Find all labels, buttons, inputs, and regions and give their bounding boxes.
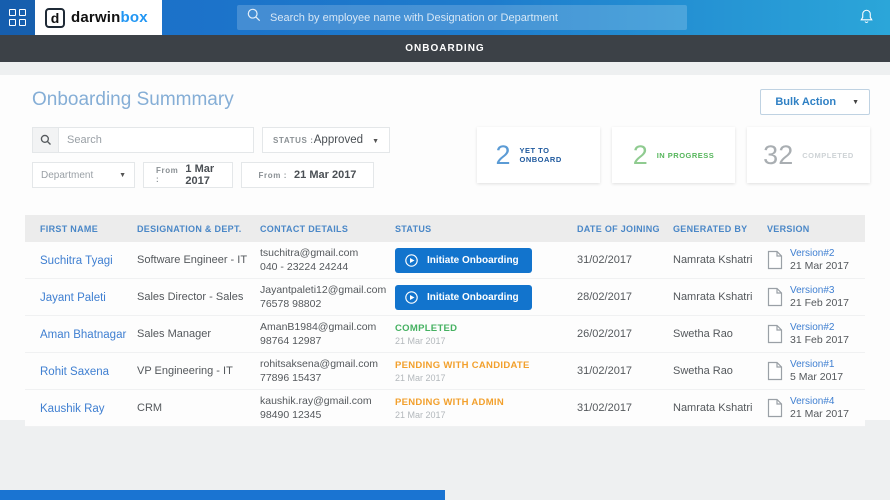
employee-name-link[interactable]: Suchitra Tyagi [40, 255, 113, 267]
col-version: VERSION [767, 223, 810, 234]
chevron-down-icon: ▼ [119, 171, 126, 179]
employee-name-link[interactable]: Jayant Paleti [40, 292, 106, 304]
date-to-field[interactable]: From : 21 Mar 2017 [241, 162, 374, 188]
version-date: 21 Mar 2017 [790, 408, 849, 420]
date-of-joining: 28/02/2017 [577, 291, 633, 303]
designation-text: VP Engineering - IT [137, 365, 233, 377]
main-panel: Onboarding Summmary Bulk Action ▼ STATUS… [0, 75, 890, 427]
date-of-joining: 31/02/2017 [577, 402, 633, 414]
play-circle-icon [405, 290, 418, 304]
table-row: Aman Bhatnagar Sales Manager AmanB1984@g… [25, 316, 865, 353]
play-circle-icon [405, 253, 418, 267]
stat-yet-to-onboard[interactable]: 2 YET TO ONBOARD [477, 127, 600, 183]
table-body: Suchitra Tyagi Software Engineer - IT ts… [25, 242, 865, 427]
bulk-action-button[interactable]: Bulk Action ▼ [760, 89, 870, 115]
col-first-name: FIRST NAME [40, 223, 98, 234]
top-navbar: d darwinbox [0, 0, 890, 35]
document-icon [767, 287, 783, 307]
col-generated-by: GENERATED BY [673, 223, 748, 234]
status-text: PENDING WITH CANDIDATE 21 Mar 2017 [395, 359, 530, 383]
bottom-accent-strip [0, 490, 445, 500]
department-filter-dropdown[interactable]: Department ▼ [32, 162, 135, 188]
col-status: STATUS [395, 223, 432, 234]
brand-d-icon: d [45, 7, 65, 28]
contact-details: kaushik.ray@gmail.com 98490 12345 [260, 394, 372, 421]
version-link[interactable]: Version#4 [790, 396, 849, 407]
designation-text: CRM [137, 402, 163, 414]
contact-details: rohitsaksena@gmail.com 77896 15437 [260, 357, 379, 384]
designation-text: Software Engineer - IT [137, 254, 248, 266]
document-icon [767, 398, 783, 418]
table-row: Jayant Paleti Sales Director - Sales Jay… [25, 279, 865, 316]
version-link[interactable]: Version#3 [790, 285, 849, 296]
table-row: Kaushik Ray CRM kaushik.ray@gmail.com 98… [25, 390, 865, 427]
generated-by: Namrata Kshatri [673, 291, 753, 303]
version-link[interactable]: Version#2 [790, 248, 849, 259]
bell-icon [860, 9, 873, 24]
notifications-button[interactable] [859, 8, 874, 30]
designation-text: Sales Director - Sales [137, 291, 244, 303]
version-date: 5 Mar 2017 [790, 371, 844, 383]
brand-wordmark: darwinbox [71, 9, 148, 26]
version-date: 21 Mar 2017 [790, 260, 849, 272]
date-of-joining: 26/02/2017 [577, 328, 633, 340]
date-from-field[interactable]: From : 1 Mar 2017 [143, 162, 233, 188]
designation-text: Sales Manager [137, 328, 211, 340]
status-text: PENDING WITH ADMIN 21 Mar 2017 [395, 396, 505, 420]
apps-grid-button[interactable] [0, 0, 35, 35]
onboarding-table: FIRST NAME DESIGNATION & DEPT. CONTACT D… [25, 215, 865, 427]
apps-grid-icon [9, 9, 26, 26]
version-date: 21 Feb 2017 [790, 297, 849, 309]
generated-by: Swetha Rao [673, 365, 733, 377]
status-text: COMPLETED 21 Mar 2017 [395, 322, 458, 346]
initiate-onboarding-button[interactable]: Initiate Onboarding [395, 247, 532, 273]
chevron-down-icon: ▼ [852, 98, 859, 106]
employee-name-link[interactable]: Rohit Saxena [40, 366, 109, 378]
search-icon [247, 8, 261, 27]
chevron-down-icon: ▼ [372, 138, 379, 145]
version-date: 31 Feb 2017 [790, 334, 849, 346]
stat-completed[interactable]: 32 COMPLETED [747, 127, 870, 183]
generated-by: Swetha Rao [673, 328, 733, 340]
date-of-joining: 31/02/2017 [577, 365, 633, 377]
version-link[interactable]: Version#1 [790, 359, 843, 370]
module-tabbar: ONBOARDING [0, 35, 890, 62]
date-of-joining: 31/02/2017 [577, 254, 633, 266]
contact-details: tsuchitra@gmail.com 040 - 23224 24244 [260, 246, 359, 273]
page-title: Onboarding Summmary [32, 89, 234, 110]
stats-cards: 2 YET TO ONBOARD 2 IN PROGRESS 32 COMPLE… [477, 127, 870, 197]
global-search[interactable] [237, 5, 687, 30]
table-search-field[interactable] [32, 127, 254, 153]
global-search-input[interactable] [270, 11, 677, 24]
contact-details: AmanB1984@gmail.com 98764 12987 [260, 320, 377, 347]
generated-by: Namrata Kshatri [673, 402, 753, 414]
initiate-onboarding-button[interactable]: Initiate Onboarding [395, 284, 532, 310]
contact-details: Jayantpaleti12@gmail.com 76578 98802 [260, 283, 387, 310]
employee-name-link[interactable]: Kaushik Ray [40, 403, 105, 415]
employee-name-link[interactable]: Aman Bhatnagar [40, 329, 126, 341]
document-icon [767, 324, 783, 344]
brand-logo[interactable]: d darwinbox [35, 0, 162, 35]
document-icon [767, 250, 783, 270]
table-row: Suchitra Tyagi Software Engineer - IT ts… [25, 242, 865, 279]
table-search-input[interactable] [59, 134, 253, 146]
status-filter-dropdown[interactable]: STATUS : Approved ▼ [262, 127, 390, 153]
search-icon [33, 128, 59, 152]
version-link[interactable]: Version#2 [790, 322, 849, 333]
col-designation: DESIGNATION & DEPT. [137, 223, 242, 234]
col-date-of-joining: DATE OF JOINING [577, 223, 660, 234]
document-icon [767, 361, 783, 381]
tab-onboarding[interactable]: ONBOARDING [405, 43, 484, 54]
filters: STATUS : Approved ▼ Department ▼ From : … [32, 127, 412, 197]
stat-in-progress[interactable]: 2 IN PROGRESS [612, 127, 735, 183]
table-row: Rohit Saxena VP Engineering - IT rohitsa… [25, 353, 865, 390]
generated-by: Namrata Kshatri [673, 254, 753, 266]
col-contact: CONTACT DETAILS [260, 223, 349, 234]
table-header-row: FIRST NAME DESIGNATION & DEPT. CONTACT D… [25, 215, 865, 242]
